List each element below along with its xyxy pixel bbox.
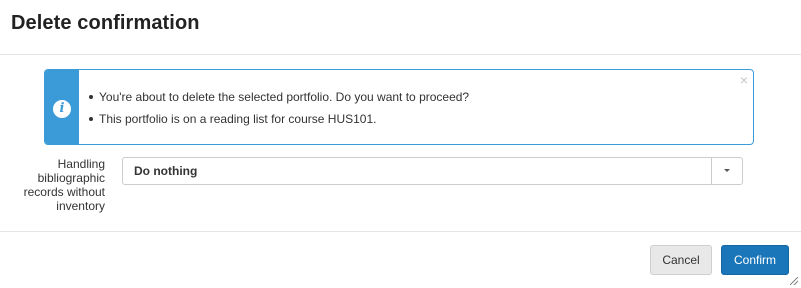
confirm-button[interactable]: Confirm (721, 245, 789, 275)
resize-grip-icon[interactable] (790, 277, 798, 285)
alert-side-bar: i (45, 70, 79, 144)
select-toggle[interactable] (711, 158, 742, 184)
delete-confirmation-dialog: Delete confirmation i × You're about to … (0, 0, 801, 288)
info-icon-glyph: i (59, 101, 65, 116)
dialog-title: Delete confirmation (11, 12, 200, 34)
handling-records-label: Handling bibliographic records without i… (23, 157, 105, 213)
cancel-button[interactable]: Cancel (650, 245, 712, 275)
dialog-header: Delete confirmation (0, 0, 801, 55)
alert-message-list: You're about to delete the selected port… (89, 89, 469, 133)
alert-message: You're about to delete the selected port… (89, 89, 469, 111)
footer-divider (0, 231, 801, 232)
info-icon: i (53, 100, 71, 118)
alert-message: This portfolio is on a reading list for … (89, 111, 469, 133)
info-alert: i × You're about to delete the selected … (44, 69, 754, 145)
handling-records-select[interactable]: Do nothing (122, 157, 743, 185)
close-icon[interactable]: × (740, 72, 748, 88)
select-value: Do nothing (134, 164, 198, 178)
chevron-down-icon (724, 169, 730, 172)
